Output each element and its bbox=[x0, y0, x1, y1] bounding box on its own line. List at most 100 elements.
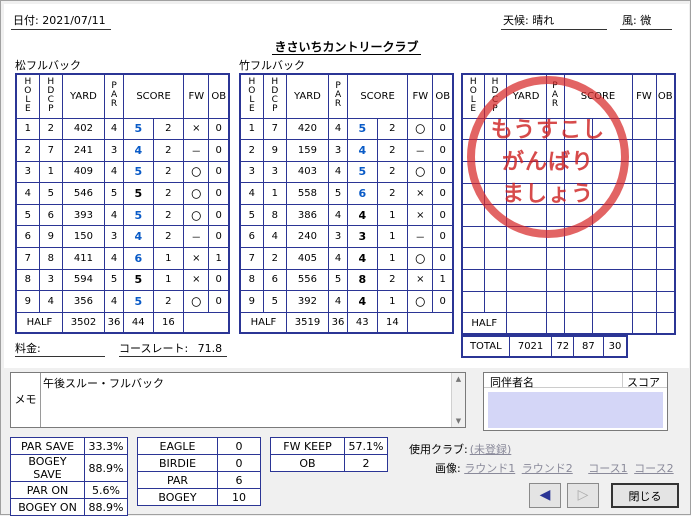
hole-fw: 〇 bbox=[183, 182, 210, 205]
memo-scrollbar[interactable]: ▲ ▼ bbox=[451, 373, 465, 427]
hole-ob: 0 bbox=[208, 117, 230, 141]
hole-row: 1 2 402 4 5 2 × 0 bbox=[15, 117, 230, 141]
hole-hdcp: 3 bbox=[38, 268, 63, 292]
date-field: 日付: 2021/07/11 bbox=[11, 14, 111, 30]
col-fw: FW bbox=[188, 90, 205, 102]
hole-hdcp: 1 bbox=[38, 160, 63, 184]
course1-link[interactable]: コース1 bbox=[588, 462, 627, 475]
hole-ob: 0 bbox=[208, 203, 230, 227]
hole-yard: 403 bbox=[285, 160, 330, 184]
scroll-down-icon[interactable]: ▼ bbox=[452, 415, 465, 427]
total-table: TOTAL 7021 72 87 30 bbox=[461, 335, 628, 358]
hole-yard: 402 bbox=[61, 117, 106, 141]
image-label: 画像: bbox=[435, 462, 461, 475]
empty-cell bbox=[483, 269, 507, 292]
stat-label: FW KEEP bbox=[270, 437, 345, 455]
empty-cell bbox=[591, 139, 633, 162]
hole-yard: 386 bbox=[285, 203, 330, 227]
next-button[interactable]: ▷ bbox=[567, 483, 599, 508]
stat-label: BIRDIE bbox=[137, 454, 218, 472]
empty-cell bbox=[545, 204, 565, 227]
hole-putts: 1 bbox=[152, 268, 185, 292]
empty-hole-row bbox=[461, 204, 676, 227]
stat-label: OB bbox=[270, 454, 345, 472]
course-rate-label: コースレート: bbox=[119, 342, 189, 355]
hole-row: 4 5 546 5 5 2 〇 0 bbox=[15, 182, 230, 205]
hole-ob: 0 bbox=[432, 203, 454, 227]
stats-score-table: EAGLE 0 BIRDIE 0 PAR 6 BOGEY 10 bbox=[137, 437, 261, 506]
hole-number: 8 bbox=[239, 268, 264, 292]
empty-cell bbox=[545, 160, 565, 184]
hole-row: 4 1 558 5 6 2 × 0 bbox=[239, 182, 454, 205]
half-label: HALF bbox=[461, 312, 507, 335]
hole-yard: 159 bbox=[285, 139, 330, 162]
clubs-link[interactable]: (未登録) bbox=[470, 443, 512, 456]
stat-value: 10 bbox=[217, 488, 261, 506]
empty-cell bbox=[545, 117, 565, 141]
hole-score: 3 bbox=[347, 225, 378, 249]
hole-hdcp: 6 bbox=[262, 268, 287, 292]
scorecard-window: 日付: 2021/07/11 天候: 晴れ 風: 微 きさいちカントリークラブ … bbox=[0, 0, 691, 516]
col-fw: FW bbox=[636, 90, 652, 102]
arrow-left-icon: ◀ bbox=[539, 487, 551, 503]
hole-row: 9 5 392 4 4 1 〇 0 bbox=[239, 290, 454, 313]
weather-field: 天候: 晴れ bbox=[501, 14, 607, 30]
total-label: TOTAL bbox=[461, 335, 510, 358]
hole-hdcp: 1 bbox=[262, 182, 287, 205]
hole-par: 3 bbox=[104, 225, 125, 249]
memo-text[interactable]: 午後スルー・フルバック bbox=[43, 375, 164, 391]
hole-par: 4 bbox=[104, 160, 125, 184]
hole-score: 4 bbox=[123, 225, 154, 249]
empty-cell bbox=[631, 225, 657, 249]
course-rate-value: 71.8 bbox=[197, 342, 223, 355]
hole-hdcp: 7 bbox=[262, 117, 287, 141]
round2-link[interactable]: ラウンド2 bbox=[522, 462, 573, 475]
hole-putts: 2 bbox=[376, 139, 409, 162]
stat-row: PAR SAVE 33.3% bbox=[10, 437, 128, 455]
hole-par: 4 bbox=[104, 247, 125, 270]
hole-number: 2 bbox=[239, 139, 264, 162]
hole-row: 1 7 420 4 5 2 〇 0 bbox=[239, 117, 454, 141]
hole-fw: － bbox=[183, 139, 210, 162]
stat-value: 2 bbox=[344, 454, 388, 472]
course2-link[interactable]: コース2 bbox=[634, 462, 673, 475]
stat-value: 33.3% bbox=[84, 437, 128, 455]
hole-hdcp: 5 bbox=[38, 182, 63, 205]
hole-putts: 2 bbox=[152, 139, 185, 162]
empty-cell bbox=[591, 117, 633, 141]
empty-cell bbox=[505, 182, 547, 206]
hole-number: 3 bbox=[239, 160, 264, 184]
hole-putts: 2 bbox=[152, 117, 185, 141]
empty-cell bbox=[631, 312, 657, 335]
empty-cell bbox=[563, 117, 593, 141]
empty-cell bbox=[505, 225, 547, 249]
scroll-up-icon[interactable]: ▲ bbox=[452, 373, 465, 385]
hole-number: 9 bbox=[15, 290, 40, 313]
companion-list-body[interactable] bbox=[488, 392, 663, 428]
hole-score: 4 bbox=[347, 203, 378, 227]
stat-row: EAGLE 0 bbox=[137, 437, 261, 455]
hole-number: 4 bbox=[239, 182, 264, 205]
empty-cell bbox=[483, 117, 507, 141]
stat-label: BOGEY bbox=[137, 488, 218, 506]
stat-row: FW KEEP 57.1% bbox=[270, 437, 388, 455]
scorecard-back: HOLE HDCP YARD PAR SCORE FW OB 1 7 420 4 5 2 〇 0 2 9 159 3… bbox=[239, 73, 454, 335]
half-par: 36 bbox=[104, 311, 125, 334]
half-label: HALF bbox=[239, 311, 287, 334]
wind-field: 風: 微 bbox=[620, 14, 672, 30]
prev-button[interactable]: ◀ bbox=[529, 483, 561, 508]
half-score: 44 bbox=[123, 311, 154, 334]
hole-score: 5 bbox=[347, 160, 378, 184]
hole-hdcp: 2 bbox=[262, 247, 287, 270]
hole-ob: 0 bbox=[208, 268, 230, 292]
col-score: SCORE bbox=[360, 90, 395, 102]
col-hole: HOLE bbox=[468, 76, 479, 113]
close-button[interactable]: 閉じる bbox=[611, 483, 679, 508]
companion-list[interactable]: 同伴者名 スコア bbox=[483, 372, 668, 431]
hole-fw: － bbox=[407, 139, 434, 162]
empty-cell bbox=[545, 247, 565, 271]
round1-link[interactable]: ラウンド1 bbox=[464, 462, 515, 475]
hole-yard: 392 bbox=[285, 290, 330, 313]
total-par: 72 bbox=[551, 335, 574, 358]
empty-cell bbox=[655, 269, 676, 292]
